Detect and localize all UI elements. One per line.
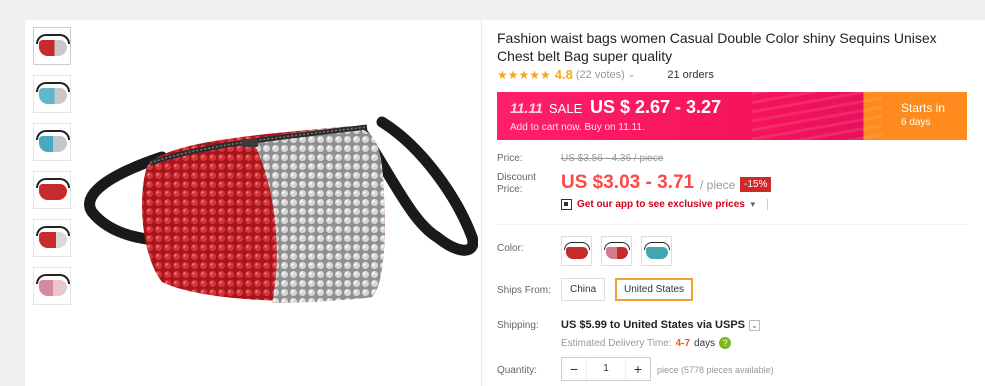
price-unit: / piece [700, 178, 736, 192]
delivery-estimate: Estimated Delivery Time: 4-7 days ? [561, 337, 732, 349]
promo-price: US $ 2.67 - 3.27 [590, 97, 722, 117]
thumbnail-4[interactable] [33, 171, 71, 209]
color-swatch-red[interactable] [561, 236, 592, 266]
discount-price-label: Discount Price: [497, 172, 536, 195]
promo-subtext: Add to cart now. Buy on 11.11. [510, 122, 645, 133]
main-product-image[interactable] [82, 27, 478, 382]
separator [766, 199, 768, 210]
discount-badge: -15% [740, 177, 772, 192]
color-label: Color: [497, 243, 524, 254]
thumbnail-1[interactable] [33, 27, 71, 65]
thumbnail-list [33, 27, 71, 315]
ships-from-label: Ships From: [497, 285, 551, 296]
promo-sale-label: SALE [549, 101, 583, 116]
discount-price: US $3.03 - 3.71 [561, 172, 695, 193]
rating-row: ★★★★★ 4.8 (22 votes) ⌄ 21 orders [497, 67, 714, 82]
qr-code-icon [561, 199, 572, 210]
quantity-input[interactable]: 1 [586, 358, 626, 380]
shipping-method-text: US $5.99 to United States via USPS [561, 319, 746, 331]
chevron-down-icon[interactable]: ⌄ [628, 69, 636, 80]
thumbnail-3[interactable] [33, 123, 71, 161]
chevron-down-icon[interactable]: ⌄ [749, 319, 761, 331]
pieces-available: piece (5778 pieces available) [657, 365, 774, 375]
thumbnail-6[interactable] [33, 267, 71, 305]
product-title: Fashion waist bags women Casual Double C… [497, 30, 937, 64]
color-swatch-teal[interactable] [641, 236, 672, 266]
thumbnail-5[interactable] [33, 219, 71, 257]
caret-down-icon: ▼ [748, 200, 757, 209]
section-divider [497, 224, 967, 225]
quantity-stepper: − 1 + [561, 357, 651, 381]
promo-tag: 11.11 [510, 100, 543, 116]
promo-days: 6 days [901, 117, 931, 128]
price-label: Price: [497, 153, 523, 164]
column-divider [481, 20, 482, 386]
promo-stripes [752, 92, 882, 140]
promo-banner[interactable]: 11.11 SALE US $ 2.67 - 3.27 Add to cart … [497, 92, 967, 140]
shipping-label: Shipping: [497, 320, 539, 331]
original-price: US $3.56 - 4.36 / piece [561, 153, 664, 164]
votes-link[interactable]: (22 votes) [576, 69, 625, 81]
color-swatch-pink[interactable] [601, 236, 632, 266]
rating-value: 4.8 [554, 67, 573, 82]
star-rating-icon[interactable]: ★★★★★ [497, 68, 551, 82]
quantity-decrease-button[interactable]: − [562, 361, 586, 377]
shipping-method[interactable]: US $5.99 to United States via USPS ⌄ [561, 319, 761, 331]
estimate-unit: days [694, 337, 716, 349]
app-promo-text: Get our app to see exclusive prices [577, 199, 745, 210]
estimate-label: Estimated Delivery Time: [561, 337, 672, 349]
ships-from-china[interactable]: China [561, 278, 606, 301]
ships-from-united-states[interactable]: United States [615, 278, 694, 301]
orders-count: 21 orders [667, 68, 714, 81]
help-icon[interactable]: ? [719, 337, 732, 349]
app-promo-link[interactable]: Get our app to see exclusive prices ▼ [561, 199, 768, 210]
quantity-label: Quantity: [497, 365, 538, 376]
promo-starts-in: Starts in [901, 101, 946, 115]
estimate-range: 4-7 [675, 337, 691, 349]
thumbnail-2[interactable] [33, 75, 71, 113]
quantity-increase-button[interactable]: + [626, 361, 650, 377]
